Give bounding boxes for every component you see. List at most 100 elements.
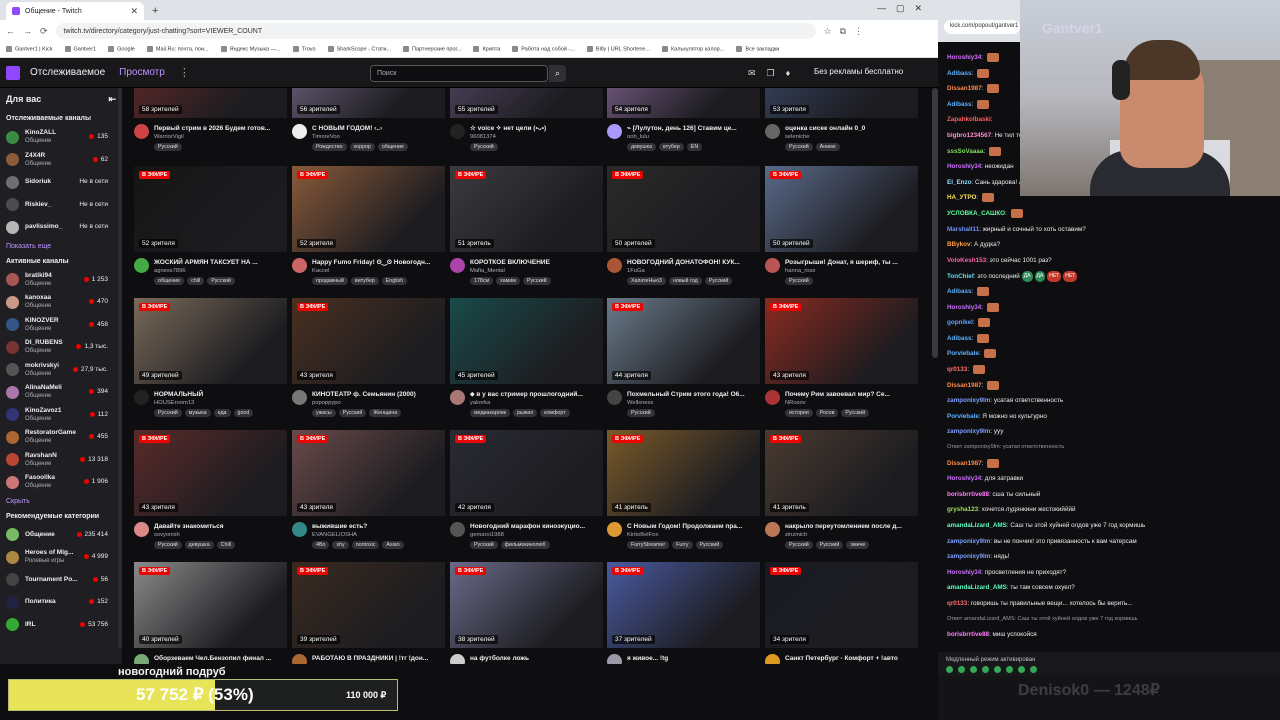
sidebar-category[interactable]: Политика 152: [0, 591, 122, 614]
chat-username[interactable]: VoloKesh153: [947, 257, 986, 264]
stream-thumbnail[interactable]: В ЭФИРЕ 37 зрителей: [607, 562, 760, 648]
stream-thumbnail[interactable]: В ЭФИРЕ 40 зрителей: [134, 562, 287, 648]
chat-emote-row[interactable]: [946, 666, 1037, 673]
stream-tag[interactable]: FurryStreamer: [627, 541, 670, 549]
bookmark-item[interactable]: Gantver1 | Kick: [6, 46, 53, 53]
stream-tag[interactable]: комфорт: [540, 409, 570, 417]
stream-thumbnail[interactable]: В ЭФИРЕ 43 зрителя: [134, 430, 287, 516]
stream-tag[interactable]: девушка: [184, 541, 214, 549]
stream-title[interactable]: выжившие есть?: [312, 522, 445, 531]
stream-tag[interactable]: shy: [332, 541, 349, 549]
stream-tag[interactable]: втубер: [659, 143, 684, 151]
channel-avatar[interactable]: [765, 522, 780, 537]
chat-username[interactable]: Dissan1987: [947, 85, 982, 92]
channel-avatar[interactable]: [450, 390, 465, 405]
nav-following[interactable]: Отслеживаемое: [30, 67, 105, 78]
chat-username[interactable]: zamponixy9lm: [947, 428, 990, 435]
stream-tag[interactable]: Русский: [338, 409, 367, 417]
stream-title[interactable]: Happy Fumo Friday! ʘ‿ʘ Новогодн...: [312, 258, 445, 267]
channel-avatar[interactable]: [134, 124, 149, 139]
channel-name[interactable]: ooh_lulu: [627, 133, 760, 141]
back-icon[interactable]: ←: [6, 26, 15, 36]
hide-link[interactable]: Скрыть: [0, 494, 122, 509]
stream-card[interactable]: В ЭФИРЕ37 зрителейя живое... !tggmbh165: [607, 562, 760, 671]
sidebar-active-channel[interactable]: RestoratorGame Общение 455: [0, 426, 122, 449]
channel-name[interactable]: EVANGELIOSHA: [312, 531, 445, 539]
channel-avatar[interactable]: [450, 258, 465, 273]
sidebar-active-channel[interactable]: Fasoollka Общение 1 906: [0, 471, 122, 494]
stream-tag[interactable]: Женщина: [369, 409, 402, 417]
stream-title[interactable]: ☆ voice ✧ нет цели (•ᴗ•): [470, 124, 603, 133]
chat-username[interactable]: sssSoVaaaa: [947, 148, 983, 155]
stream-title[interactable]: КОРОТКОЕ ВКЛЮЧЕНИЕ: [470, 258, 603, 267]
stream-title[interactable]: НОВОГОДНИЙ ДОНАТОФОН! КУК...: [627, 258, 760, 267]
new-tab-icon[interactable]: +: [152, 5, 158, 17]
stream-tag[interactable]: Chill: [216, 541, 235, 549]
stream-thumbnail[interactable]: В ЭФИРЕ 41 зритель: [607, 430, 760, 516]
no-ads-button[interactable]: Без рекламы бесплатно: [810, 67, 907, 80]
stream-tag[interactable]: рыжая: [512, 409, 538, 417]
stream-thumbnail[interactable]: В ЭФИРЕ 44 зрителя: [607, 298, 760, 384]
bookmark-item[interactable]: Trovo: [293, 46, 316, 53]
stream-title[interactable]: РАБОТАЮ В ПРАЗДНИКИ | !тг !дон...: [312, 654, 445, 663]
stream-thumbnail[interactable]: В ЭФИРЕ 43 зрителя: [292, 430, 445, 516]
channel-avatar[interactable]: [292, 390, 307, 405]
chat-username[interactable]: Porviebale: [947, 413, 979, 420]
stream-tag[interactable]: Русский: [154, 143, 182, 151]
stream-card[interactable]: В ЭФИРЕ 43 зрителя выжившие есть? EVANGELIO…: [292, 430, 445, 549]
chat-username[interactable]: zamponixy9lm: [947, 397, 990, 404]
channel-avatar[interactable]: [607, 390, 622, 405]
channel-name[interactable]: sovyonish: [154, 531, 287, 539]
chat-username[interactable]: Porviebale: [947, 351, 979, 358]
stream-card[interactable]: В ЭФИРЕ 52 зрителя Happy Fumo Friday! ʘ‿ʘ …: [292, 166, 445, 285]
extensions-icon[interactable]: ⧉: [840, 26, 846, 37]
sidebar-followed-channel[interactable]: KinoZALL Общение 135: [0, 126, 122, 149]
stream-tag[interactable]: Русский: [785, 541, 813, 549]
window-controls[interactable]: —▢✕: [877, 3, 932, 14]
channel-name[interactable]: popoppypo: [312, 399, 445, 407]
stream-tag[interactable]: фильмокинолюб: [500, 541, 550, 549]
stream-card[interactable]: 45 зрителей ⬥ в у вас стример прошлогодни…: [450, 298, 603, 417]
stream-tag[interactable]: Русский: [470, 143, 498, 151]
stream-tag[interactable]: ужасы: [312, 409, 336, 417]
stream-tag[interactable]: новый год: [669, 277, 702, 285]
stream-tag[interactable]: Русский: [627, 409, 655, 417]
stream-tag[interactable]: ХапатеНью3: [627, 277, 666, 285]
channel-avatar[interactable]: [607, 124, 622, 139]
stream-thumbnail[interactable]: 58 зрителей: [134, 88, 287, 118]
stream-tag[interactable]: good: [233, 409, 254, 417]
chat-username[interactable]: TonChief: [947, 274, 974, 281]
stream-tag[interactable]: Furry: [672, 541, 693, 549]
chat-username[interactable]: Horoshiy34: [947, 475, 981, 482]
stream-tag[interactable]: Русский: [207, 277, 235, 285]
channel-avatar[interactable]: [765, 390, 780, 405]
stream-title[interactable]: Новогодний марафон киноэкуцио...: [470, 522, 603, 531]
channel-name[interactable]: hanna_ross: [785, 267, 918, 275]
chat-username[interactable]: qr0133: [947, 366, 967, 373]
stream-title[interactable]: Оборзеваем Чел.Бензопил финал ...: [154, 654, 287, 663]
sidebar-active-channel[interactable]: bratiki94 Общение 1 253: [0, 269, 122, 292]
stream-title[interactable]: Давайте знакомиться: [154, 522, 287, 531]
sidebar-category[interactable]: Общение 235 414: [0, 524, 122, 547]
sidebar-active-channel[interactable]: mokrivskyi Общение 27,9 тыс.: [0, 359, 122, 382]
chat-username[interactable]: НА_УТРО: [947, 195, 976, 202]
bookmark-item[interactable]: Bitly | URL Shortene...: [587, 46, 650, 53]
menu-icon[interactable]: ⋮: [854, 26, 863, 37]
bookmark-item[interactable]: Google: [108, 46, 135, 53]
stream-thumbnail[interactable]: В ЭФИРЕ 39 зрителей: [292, 562, 445, 648]
channel-avatar[interactable]: [765, 124, 780, 139]
stream-tag[interactable]: медиакарлик: [470, 409, 510, 417]
channel-avatar[interactable]: [765, 258, 780, 273]
bookmark-item[interactable]: Крипта: [473, 46, 500, 53]
stream-tag[interactable]: Аниме: [815, 143, 840, 151]
bookmark-item[interactable]: Партнерские прог...: [403, 46, 461, 53]
reload-icon[interactable]: ⟳: [40, 26, 48, 37]
sidebar-active-channel[interactable]: KinoZavoz1 Общение 112: [0, 404, 122, 427]
chat-username[interactable]: bigbro1234567: [947, 132, 991, 139]
stream-thumbnail[interactable]: В ЭФИРЕ 50 зрителей: [765, 166, 918, 252]
stream-card[interactable]: В ЭФИРЕ 39 зрителей РАБОТАЮ В ПРАЗДНИКИ | …: [292, 562, 445, 671]
stream-tag[interactable]: общение: [154, 277, 185, 285]
stream-tag[interactable]: Рождество: [312, 143, 347, 151]
stream-thumbnail[interactable]: В ЭФИРЕ 34 зрителя: [765, 562, 918, 648]
collapse-sidebar-icon[interactable]: ⇤: [108, 94, 116, 105]
